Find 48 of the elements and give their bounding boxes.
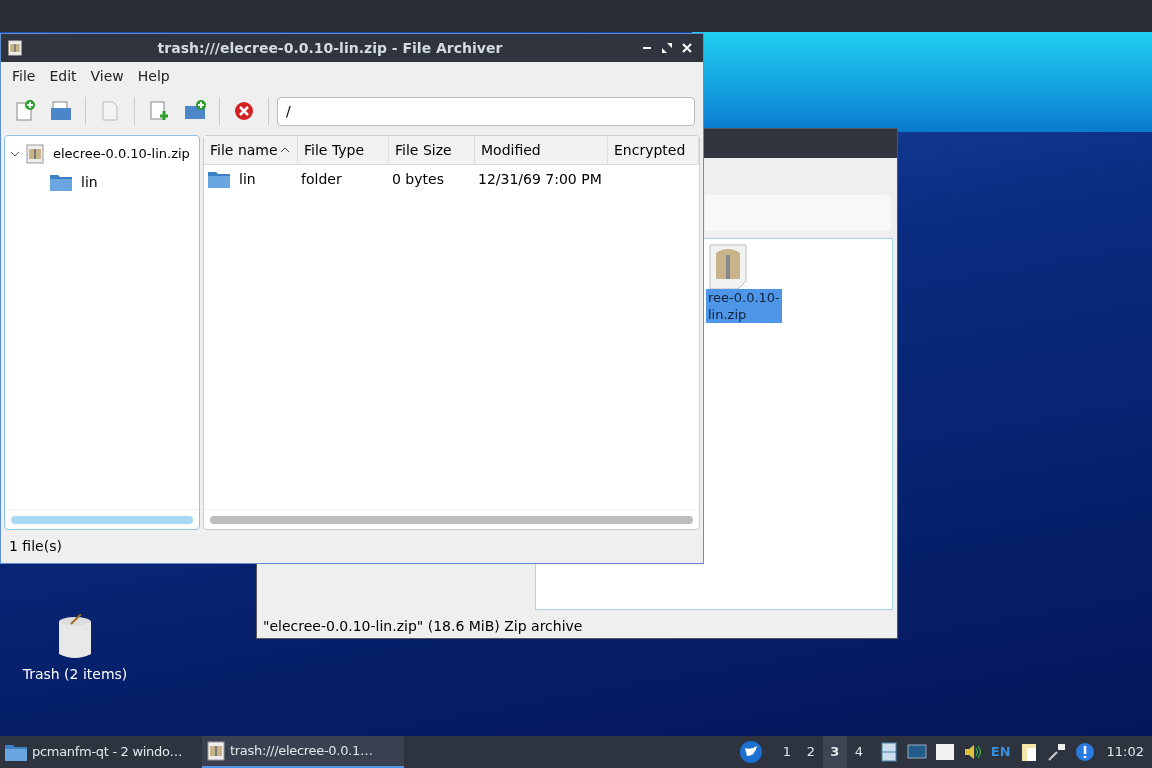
tree-item[interactable]: lin bbox=[81, 171, 98, 193]
column-header[interactable]: File name bbox=[204, 136, 298, 164]
status-text: 1 file(s) bbox=[9, 537, 62, 556]
archive-icon bbox=[25, 144, 45, 164]
menu-item[interactable]: File bbox=[5, 66, 43, 87]
table-cell-text: folder bbox=[301, 169, 342, 189]
scrollbar[interactable] bbox=[11, 515, 193, 524]
menu-item[interactable]: Edit bbox=[42, 66, 84, 87]
column-header[interactable]: File Type bbox=[298, 136, 389, 164]
archive-icon bbox=[708, 243, 748, 289]
column-header[interactable]: Encrypted bbox=[608, 136, 699, 164]
volume-icon[interactable] bbox=[962, 742, 983, 762]
workspace-button[interactable]: 2 bbox=[798, 736, 823, 768]
file-cabinet-icon[interactable] bbox=[878, 742, 899, 762]
blank-window-icon[interactable] bbox=[934, 742, 955, 762]
network-plug-icon[interactable] bbox=[1046, 742, 1067, 762]
folder-icon bbox=[207, 169, 231, 189]
path-field[interactable]: / bbox=[277, 96, 695, 126]
archive-icon bbox=[206, 741, 226, 761]
workspace-button[interactable]: 1 bbox=[774, 736, 799, 768]
folder-icon bbox=[49, 172, 73, 192]
monitor-icon[interactable] bbox=[906, 742, 927, 762]
status-text: "elecree-0.0.10-lin.zip" (18.6 MiB) Zip archive bbox=[263, 616, 583, 636]
folder-icon bbox=[4, 742, 28, 762]
menu-item[interactable]: Help bbox=[130, 66, 177, 87]
keyboard-layout-indicator[interactable]: EN bbox=[990, 742, 1011, 762]
column-header[interactable]: File Size bbox=[389, 136, 475, 164]
info-icon[interactable] bbox=[1074, 742, 1095, 762]
maximize-icon[interactable] bbox=[661, 42, 673, 54]
table-cell-text: 12/31/69 7:00 PM bbox=[478, 169, 602, 189]
scrollbar[interactable] bbox=[210, 515, 693, 524]
clock[interactable]: 11:02 bbox=[1106, 742, 1144, 762]
column-header[interactable]: Modified bbox=[475, 136, 608, 164]
desktop-icon-label[interactable]: Trash (2 items) bbox=[22, 664, 128, 685]
address-field[interactable] bbox=[705, 195, 891, 231]
table-cell-text: 0 bytes bbox=[392, 169, 444, 189]
tree-item[interactable]: elecree-0.0.10-lin.zip bbox=[53, 144, 190, 164]
table-cell-text: lin bbox=[239, 169, 256, 189]
taskbar-button[interactable]: pcmanfm-qt - 2 windo… bbox=[0, 736, 202, 768]
archive-icon bbox=[7, 40, 23, 56]
workspace-button[interactable]: 3 bbox=[822, 736, 847, 768]
menu-item[interactable]: View bbox=[83, 66, 131, 87]
workspace-button[interactable]: 4 bbox=[846, 736, 871, 768]
window-title: trash:///elecree-0.0.10-lin.zip - File Archiver bbox=[156, 38, 504, 58]
file-label[interactable]: ree-0.0.10- lin.zip bbox=[706, 289, 782, 323]
menu-logo-icon[interactable] bbox=[738, 740, 763, 764]
taskbar-button[interactable]: trash:///elecree-0.0.1… bbox=[202, 736, 404, 768]
close-icon[interactable] bbox=[681, 42, 693, 54]
